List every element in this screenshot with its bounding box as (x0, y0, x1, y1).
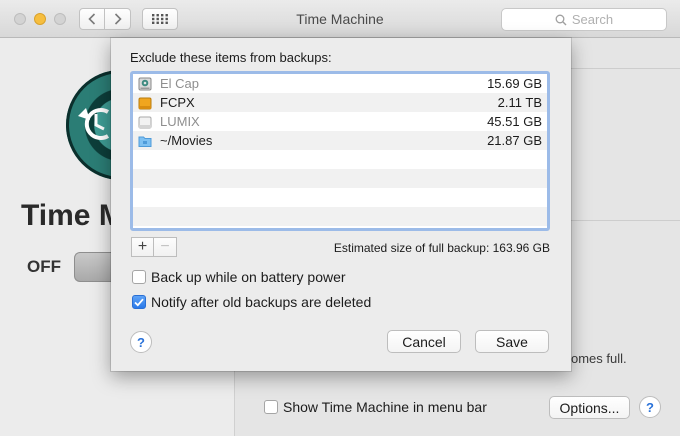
item-size: 45.51 GB (487, 114, 542, 129)
checkmark-icon (134, 298, 144, 307)
list-item[interactable]: El Cap 15.69 GB (133, 74, 547, 93)
divider (571, 68, 680, 69)
partial-description-text: omes full. (571, 351, 627, 366)
search-placeholder: Search (571, 12, 614, 27)
search-icon (555, 14, 567, 25)
search-input[interactable]: Search (501, 8, 667, 31)
internal-disk-icon (138, 77, 152, 90)
remove-item-button[interactable]: − (154, 237, 177, 257)
add-remove-group: + − (131, 237, 177, 257)
pane-title: Time Machine (21, 199, 113, 232)
show-in-menu-bar-label: Show Time Machine in menu bar (283, 399, 487, 415)
empty-row (133, 207, 547, 226)
divider (571, 220, 680, 221)
help-button[interactable]: ? (639, 396, 661, 418)
item-name: LUMIX (160, 114, 200, 129)
external-disk-icon (138, 97, 152, 109)
battery-option[interactable]: Back up while on battery power (132, 269, 346, 285)
save-button[interactable]: Save (475, 330, 549, 353)
excluded-items-list[interactable]: El Cap 15.69 GB FCPX 2.11 TB LUMIX 45.51… (130, 71, 550, 231)
battery-checkbox[interactable] (132, 270, 146, 284)
notify-label: Notify after old backups are deleted (151, 294, 372, 310)
title-bar: Time Machine Search (0, 0, 680, 38)
cancel-button[interactable]: Cancel (387, 330, 461, 353)
item-name: FCPX (160, 95, 195, 110)
item-name: ~/Movies (160, 133, 213, 148)
sheet-heading: Exclude these items from backups: (130, 50, 332, 65)
notify-checkbox[interactable] (132, 295, 146, 309)
item-size: 15.69 GB (487, 76, 542, 91)
battery-label: Back up while on battery power (151, 269, 346, 285)
backup-toggle-switch[interactable] (74, 252, 114, 282)
item-size: 21.87 GB (487, 133, 542, 148)
list-item[interactable]: ~/Movies 21.87 GB (133, 131, 547, 150)
backup-size-estimate: Estimated size of full backup: 163.96 GB (333, 241, 550, 255)
empty-row (133, 188, 547, 207)
show-in-menu-bar-checkbox[interactable] (264, 400, 278, 414)
toggle-state-label: OFF (27, 257, 61, 276)
notify-option[interactable]: Notify after old backups are deleted (132, 294, 371, 310)
exclude-items-sheet: Exclude these items from backups: El Cap… (111, 38, 571, 371)
show-in-menu-bar-option[interactable]: Show Time Machine in menu bar (264, 399, 487, 415)
sheet-help-button[interactable]: ? (130, 331, 152, 353)
list-item[interactable]: LUMIX 45.51 GB (133, 112, 547, 131)
empty-row (133, 150, 547, 169)
item-size: 2.11 TB (497, 95, 542, 110)
options-button[interactable]: Options... (549, 396, 630, 419)
item-name: El Cap (160, 76, 200, 91)
empty-row (133, 169, 547, 188)
list-item[interactable]: FCPX 2.11 TB (133, 93, 547, 112)
add-item-button[interactable]: + (131, 237, 154, 257)
removable-disk-icon (138, 116, 152, 128)
folder-icon (138, 136, 152, 147)
